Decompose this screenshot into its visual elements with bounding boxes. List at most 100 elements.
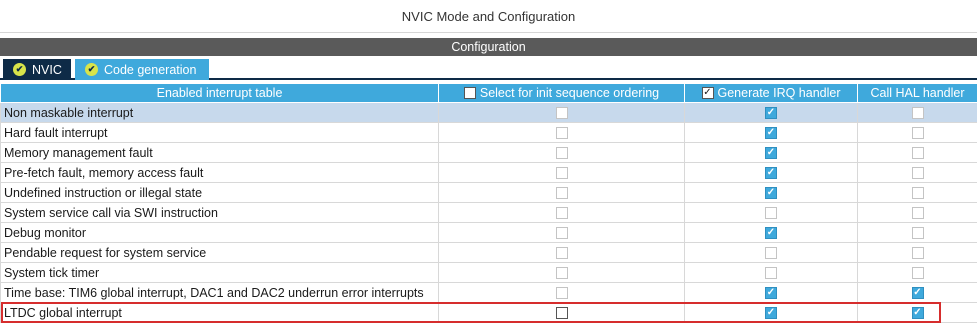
hal-handler-checkbox[interactable] [911,167,924,180]
irq-handler-checkbox[interactable]: ✓ [765,307,777,320]
interrupt-name: Non maskable interrupt [0,102,439,123]
irq-handler-checkbox[interactable]: ✓ [765,127,777,140]
hal-handler-checkbox-cell [857,122,977,143]
hal-handler-checkbox[interactable]: ✓ [911,287,924,300]
configuration-header: Configuration [0,38,977,56]
tab-code-generation[interactable]: ✔ Code generation [75,59,209,80]
hal-handler-checkbox[interactable] [911,247,924,260]
irq-handler-checkbox-cell: ✓ [684,182,858,203]
check-circle-icon: ✔ [13,63,26,76]
init-seq-checkbox-cell [438,142,685,163]
tab-nvic[interactable]: ✔ NVIC [3,59,71,80]
init-seq-checkbox[interactable] [555,127,568,140]
column-header-name[interactable]: Enabled interrupt table [0,83,439,103]
irq-handler-checkbox[interactable] [765,247,777,260]
init-seq-checkbox-cell [438,202,685,223]
irq-handler-checkbox[interactable] [765,267,777,280]
hal-handler-checkbox-cell [857,142,977,163]
hal-handler-checkbox[interactable] [911,227,924,240]
init-seq-checkbox-cell [438,282,685,303]
hal-handler-checkbox-cell [857,222,977,243]
interrupt-name: System tick timer [0,262,439,283]
irq-handler-checkbox[interactable]: ✓ [765,167,777,180]
init-seq-checkbox-cell [438,302,685,323]
hal-handler-checkbox[interactable] [911,267,924,280]
table-row[interactable]: Pendable request for system service [0,242,977,263]
table-row[interactable]: Pre-fetch fault, memory access fault ✓ [0,162,977,183]
tab-nvic-label: NVIC [32,62,62,77]
table-row[interactable]: Time base: TIM6 global interrupt, DAC1 a… [0,282,977,303]
irq-handler-checkbox[interactable]: ✓ [765,107,777,120]
hal-handler-checkbox-cell [857,182,977,203]
table-row[interactable]: LTDC global interrupt ✓ ✓ [0,302,977,323]
table-row[interactable]: Hard fault interrupt ✓ [0,122,977,143]
interrupt-name: Pre-fetch fault, memory access fault [0,162,439,183]
irq-handler-checkbox-cell: ✓ [684,162,858,183]
init-seq-checkbox[interactable] [555,227,568,240]
hal-handler-checkbox[interactable] [911,207,924,220]
hal-handler-checkbox-cell [857,202,977,223]
irq-handler-checkbox-cell: ✓ [684,222,858,243]
column-header-init-seq[interactable]: Select for init sequence ordering [438,83,685,103]
hal-handler-checkbox[interactable] [911,107,924,120]
hal-handler-checkbox[interactable]: ✓ [911,307,924,320]
irq-handler-checkbox[interactable]: ✓ [765,147,777,160]
interrupt-name: Debug monitor [0,222,439,243]
irq-handler-checkbox[interactable]: ✓ [765,287,777,300]
interrupt-name: Undefined instruction or illegal state [0,182,439,203]
init-seq-checkbox-cell [438,262,685,283]
init-seq-checkbox-cell [438,222,685,243]
irq-handler-checkbox-cell: ✓ [684,122,858,143]
window-title: NVIC Mode and Configuration [0,0,977,33]
init-seq-checkbox-cell [438,162,685,183]
init-seq-checkbox[interactable] [555,107,568,120]
irq-handler-checkbox-cell: ✓ [684,102,858,123]
table-row[interactable]: Undefined instruction or illegal state ✓ [0,182,977,203]
table-row[interactable]: System service call via SWI instruction [0,202,977,223]
table-row[interactable]: Memory management fault ✓ [0,142,977,163]
init-seq-checkbox[interactable] [555,147,568,160]
table-row[interactable]: Debug monitor ✓ [0,222,977,243]
hal-handler-checkbox[interactable] [911,127,924,140]
column-header-name-label: Enabled interrupt table [156,86,283,100]
hal-handler-checkbox-cell [857,102,977,123]
irq-handler-checkbox[interactable]: ✓ [765,187,777,200]
init-seq-checkbox[interactable] [555,247,568,260]
init-seq-checkbox[interactable] [555,167,568,180]
hal-handler-checkbox[interactable] [911,187,924,200]
select-all-irq-checkbox[interactable]: ✓ [701,87,714,99]
column-header-hal[interactable]: Call HAL handler [857,83,977,103]
irq-handler-checkbox-cell [684,262,858,283]
hal-handler-checkbox[interactable] [911,147,924,160]
table-row[interactable]: Non maskable interrupt ✓ [0,102,977,123]
column-header-init-seq-label: Select for init sequence ordering [479,86,660,100]
init-seq-checkbox[interactable] [555,207,568,220]
init-seq-checkbox[interactable] [555,267,568,280]
window-title-text: NVIC Mode and Configuration [401,8,576,24]
column-header-irq-label: Generate IRQ handler [717,86,841,100]
check-circle-icon: ✔ [85,63,98,76]
interrupt-name: Time base: TIM6 global interrupt, DAC1 a… [0,282,439,303]
hal-handler-checkbox-cell [857,262,977,283]
interrupt-table: Enabled interrupt table Select for init … [0,83,977,323]
init-seq-checkbox-cell [438,122,685,143]
irq-handler-checkbox-cell: ✓ [684,302,858,323]
hal-handler-checkbox-cell: ✓ [857,302,977,323]
init-seq-checkbox-cell [438,182,685,203]
init-seq-checkbox[interactable] [555,287,568,300]
interrupt-name: Hard fault interrupt [0,122,439,143]
init-seq-checkbox[interactable] [555,187,568,200]
irq-handler-checkbox-cell [684,242,858,263]
tab-code-generation-label: Code generation [104,62,197,77]
interrupt-name: Memory management fault [0,142,439,163]
select-all-init-seq-checkbox[interactable] [463,87,476,99]
interrupt-name: Pendable request for system service [0,242,439,263]
table-row[interactable]: System tick timer [0,262,977,283]
irq-handler-checkbox[interactable] [765,207,777,220]
irq-handler-checkbox-cell: ✓ [684,282,858,303]
column-header-irq[interactable]: ✓ Generate IRQ handler [684,83,858,103]
irq-handler-checkbox[interactable]: ✓ [765,227,777,240]
init-seq-checkbox-cell [438,242,685,263]
table-header-row: Enabled interrupt table Select for init … [0,83,977,103]
init-seq-checkbox[interactable] [555,307,568,320]
